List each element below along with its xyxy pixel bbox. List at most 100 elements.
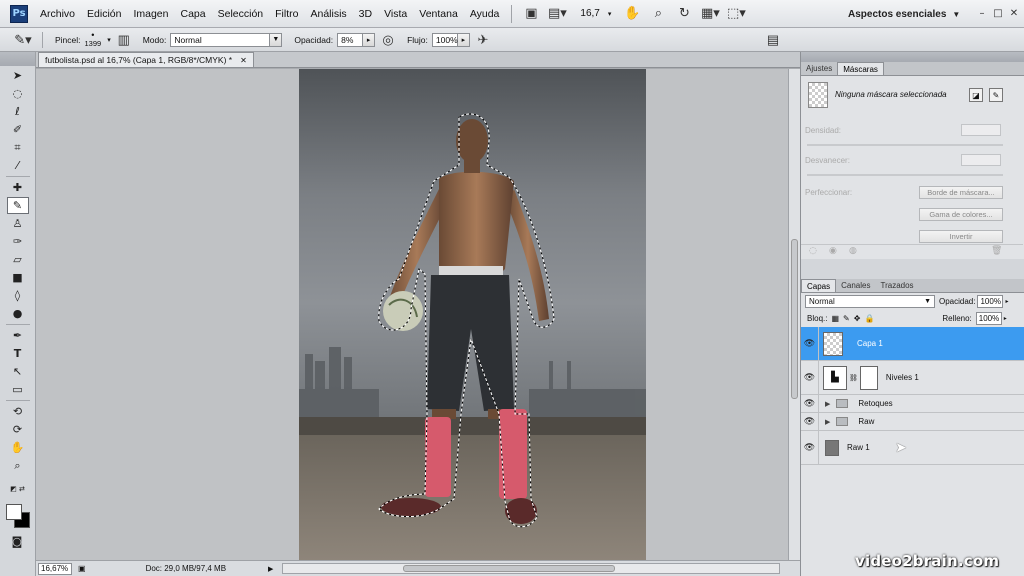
layer-group-raw[interactable]: 👁 ▶ Raw bbox=[801, 413, 1024, 431]
close-icon[interactable]: ✕ bbox=[1007, 6, 1021, 20]
opacity-input[interactable]: 8% bbox=[337, 32, 364, 47]
opacity-slider-icon[interactable]: ▸ bbox=[363, 32, 376, 47]
visibility-eye-icon[interactable]: 👁 bbox=[801, 395, 819, 412]
rotate-view-icon[interactable]: ↻ bbox=[675, 5, 693, 23]
invert-button[interactable]: Invertir bbox=[919, 230, 1003, 243]
layer-mask-thumbnail[interactable] bbox=[859, 365, 878, 390]
default-colors-icon[interactable]: ◩ ⇄ bbox=[7, 480, 29, 497]
feather-slider[interactable] bbox=[807, 174, 1003, 176]
mask-link-icon[interactable]: ⛓ bbox=[849, 374, 858, 382]
marquee-tool-icon[interactable]: ◌ bbox=[7, 85, 29, 102]
color-range-button[interactable]: Gama de colores... bbox=[919, 208, 1003, 221]
layer-row-niveles-1[interactable]: 👁 ▙ ⛓ Niveles 1 bbox=[801, 361, 1024, 395]
pen-tool-icon[interactable]: ✒ bbox=[7, 327, 29, 344]
quick-mask-icon[interactable]: ◙ bbox=[6, 533, 28, 550]
blur-tool-icon[interactable]: ◊ bbox=[7, 287, 29, 304]
canvas-pasteboard[interactable] bbox=[36, 69, 788, 560]
minimize-icon[interactable]: – bbox=[975, 6, 989, 20]
lock-pixels-icon[interactable]: ✎ bbox=[843, 314, 850, 323]
expand-group-icon[interactable]: ▶ bbox=[825, 418, 830, 426]
horizontal-scrollbar-thumb[interactable] bbox=[403, 565, 615, 572]
mode-select[interactable]: Normal bbox=[170, 32, 271, 47]
menu-seleccion[interactable]: Selección bbox=[212, 8, 270, 20]
arrange-documents-icon[interactable]: ▦▾ bbox=[701, 5, 720, 23]
tab-canales[interactable]: Canales bbox=[836, 279, 875, 292]
zoom-dropdown-icon[interactable]: ▾ bbox=[608, 10, 612, 18]
gradient-tool-icon[interactable]: ■ bbox=[7, 269, 29, 286]
type-tool-icon[interactable]: T bbox=[7, 345, 29, 362]
layer-opacity-slider-icon[interactable]: ▸ bbox=[1005, 298, 1013, 305]
close-tab-icon[interactable]: ✕ bbox=[240, 56, 247, 65]
brush-panel-icon[interactable]: ▥ bbox=[115, 31, 133, 49]
menu-ventana[interactable]: Ventana bbox=[413, 8, 464, 20]
menu-capa[interactable]: Capa bbox=[175, 8, 212, 20]
view-extras-icon[interactable]: ▤▾ bbox=[548, 5, 567, 23]
history-brush-tool-icon[interactable]: ✑ bbox=[7, 233, 29, 250]
lock-all-icon[interactable]: 🔒 bbox=[864, 314, 874, 323]
layer-row-capa-1[interactable]: 👁 Capa 1 bbox=[801, 327, 1024, 361]
fill-slider-icon[interactable]: ▸ bbox=[1004, 315, 1012, 322]
3d-rotate-tool-icon[interactable]: ⟲ bbox=[7, 403, 29, 420]
mask-edge-button[interactable]: Borde de máscara... bbox=[919, 186, 1003, 199]
menu-edicion[interactable]: Edición bbox=[81, 8, 127, 20]
lock-position-icon[interactable]: ✥ bbox=[854, 314, 861, 323]
bridge-icon[interactable]: ▣ bbox=[522, 5, 540, 23]
shape-tool-icon[interactable]: ▭ bbox=[7, 381, 29, 398]
panel-toggle-icon[interactable]: ▤ bbox=[764, 31, 782, 49]
mode-dropdown-icon[interactable]: ▼ bbox=[270, 32, 283, 47]
menu-imagen[interactable]: Imagen bbox=[127, 8, 174, 20]
flow-input[interactable]: 100% bbox=[431, 32, 458, 47]
path-select-tool-icon[interactable]: ↖ bbox=[7, 363, 29, 380]
tab-trazados[interactable]: Trazados bbox=[875, 279, 918, 292]
feather-input[interactable] bbox=[961, 154, 1001, 166]
quick-select-tool-icon[interactable]: ✐ bbox=[7, 121, 29, 138]
expand-group-icon[interactable]: ▶ bbox=[825, 400, 830, 408]
visibility-eye-icon[interactable]: 👁 bbox=[801, 361, 819, 394]
vector-mask-icon[interactable]: ✎ bbox=[989, 88, 1003, 102]
fill-input[interactable]: 100% bbox=[975, 312, 1002, 325]
zoom-tool-icon[interactable]: ⌕ bbox=[7, 457, 29, 474]
menu-filtro[interactable]: Filtro bbox=[269, 8, 304, 20]
blend-mode-select[interactable]: Normal ▼ bbox=[805, 295, 935, 308]
healing-tool-icon[interactable]: ✚ bbox=[7, 179, 29, 196]
eraser-tool-icon[interactable]: ▱ bbox=[7, 251, 29, 268]
vertical-scrollbar-thumb[interactable] bbox=[791, 239, 798, 399]
tab-ajustes[interactable]: Ajustes bbox=[801, 62, 837, 75]
lasso-tool-icon[interactable]: ℓ bbox=[7, 103, 29, 120]
eyedropper-tool-icon[interactable]: ⁄ bbox=[7, 157, 29, 174]
document-tab[interactable]: futbolista.psd al 16,7% (Capa 1, RGB/8*/… bbox=[38, 52, 254, 67]
tablet-opacity-icon[interactable]: ◎ bbox=[379, 31, 397, 49]
brush-size-picker[interactable]: • 1399 bbox=[85, 31, 102, 49]
disable-mask-icon[interactable]: ◍ bbox=[849, 246, 857, 256]
status-zoom-field[interactable]: 16,67% bbox=[38, 562, 72, 575]
tab-capas[interactable]: Capas bbox=[801, 279, 837, 292]
tools-header[interactable] bbox=[0, 52, 35, 66]
brush-preset-icon[interactable]: ✎▾ bbox=[14, 31, 32, 49]
menu-vista[interactable]: Vista bbox=[378, 8, 413, 20]
move-tool-icon[interactable]: ➤ bbox=[7, 67, 29, 84]
load-selection-icon[interactable]: ◌ bbox=[809, 246, 817, 256]
airbrush-icon[interactable]: ✈ bbox=[474, 31, 492, 49]
maximize-icon[interactable]: □ bbox=[991, 6, 1005, 20]
layer-opacity-input[interactable]: 100% bbox=[977, 295, 1004, 308]
zoom-level[interactable]: 16,7 bbox=[580, 8, 599, 19]
layer-group-retoques[interactable]: 👁 ▶ Retoques bbox=[801, 395, 1024, 413]
layer-row-raw-1[interactable]: 👁 Raw 1 bbox=[801, 431, 1024, 465]
screen-mode-icon[interactable]: ⬚▾ bbox=[727, 5, 746, 23]
vertical-scrollbar[interactable] bbox=[788, 69, 800, 560]
density-slider[interactable] bbox=[807, 144, 1003, 146]
foreground-color-swatch[interactable] bbox=[6, 504, 22, 520]
hand-tool-icon[interactable]: ✋ bbox=[623, 5, 641, 23]
visibility-eye-icon[interactable]: 👁 bbox=[801, 431, 819, 464]
status-menu-arrow-icon[interactable]: ▶ bbox=[268, 565, 273, 573]
status-info-icon[interactable]: ▣ bbox=[78, 564, 86, 573]
menu-archivo[interactable]: Archivo bbox=[34, 8, 81, 20]
apply-mask-icon[interactable]: ◉ bbox=[829, 246, 837, 256]
tab-mascaras[interactable]: Máscaras bbox=[837, 62, 884, 75]
flow-slider-icon[interactable]: ▸ bbox=[457, 32, 470, 47]
density-input[interactable] bbox=[961, 124, 1001, 136]
brush-dropdown-icon[interactable]: ▾ bbox=[107, 36, 111, 44]
delete-mask-icon[interactable]: 🗑 bbox=[991, 246, 1002, 256]
dodge-tool-icon[interactable]: ● bbox=[7, 305, 29, 322]
visibility-eye-icon[interactable]: 👁 bbox=[801, 327, 819, 360]
